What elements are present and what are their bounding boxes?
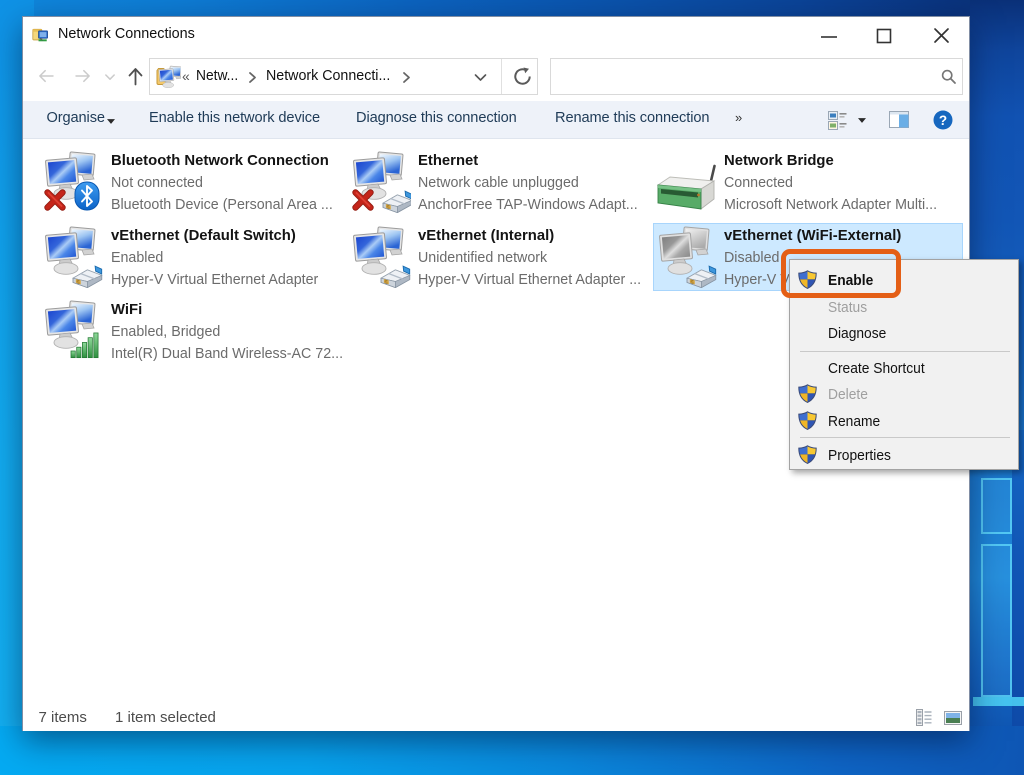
svg-text:?: ? <box>939 113 947 128</box>
